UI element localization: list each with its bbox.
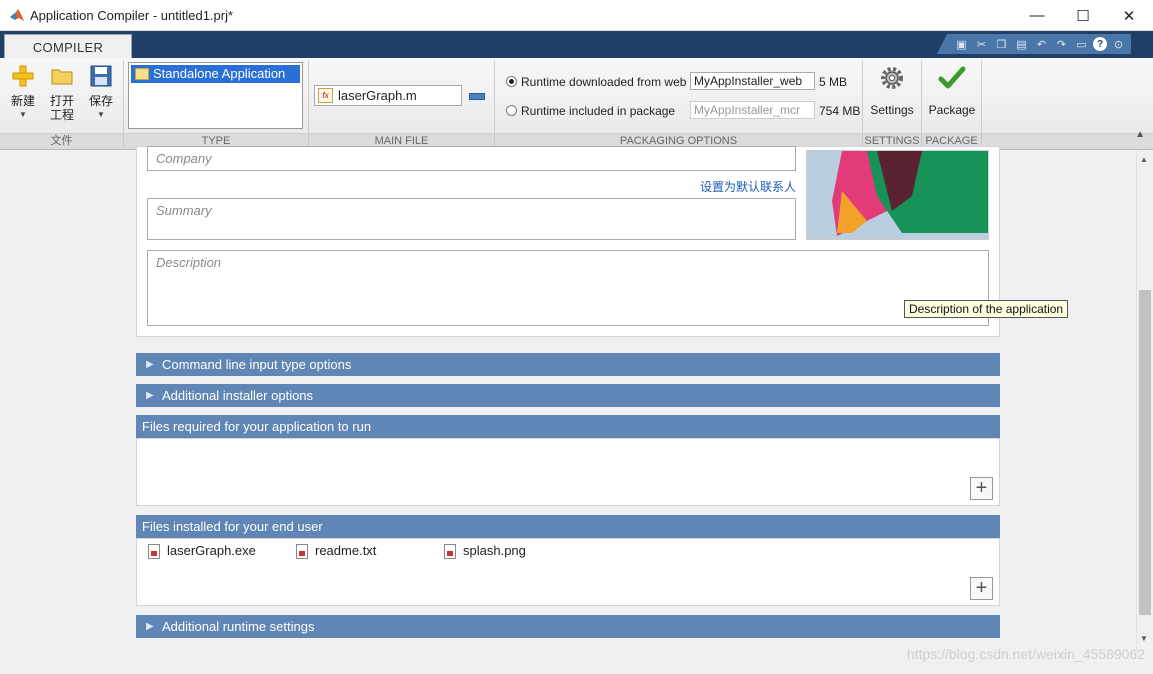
file-icon <box>296 544 308 559</box>
package-button[interactable]: Package <box>926 64 978 117</box>
matlab-logo-icon <box>10 9 24 21</box>
section-command-line-options[interactable]: ▶ Command line input type options <box>136 353 1000 376</box>
window-layout-icon[interactable]: ▭ <box>1073 36 1090 52</box>
section-files-installed: Files installed for your end user <box>136 515 1000 538</box>
plus-icon <box>12 65 34 87</box>
save-label: 保存 <box>88 94 113 108</box>
chevron-down-icon: ▼ <box>19 110 27 119</box>
runtime-web-label: Runtime downloaded from web <box>521 75 687 89</box>
scroll-down-icon[interactable]: ▼ <box>1140 634 1148 643</box>
summary-input[interactable]: Summary <box>147 198 796 240</box>
redo-icon[interactable]: ↷ <box>1053 36 1070 52</box>
installed-file-item[interactable]: laserGraph.exe <box>148 543 256 559</box>
watermark: https://blog.csdn.net/weixin_45589062 <box>906 646 1145 662</box>
tab-compiler[interactable]: COMPILER <box>4 34 132 59</box>
set-default-contact-link[interactable]: 设置为默认联系人 <box>700 178 796 195</box>
section-additional-installer-options[interactable]: ▶ Additional installer options <box>136 384 1000 407</box>
remove-main-file-button[interactable] <box>469 93 485 100</box>
runtime-web-radio[interactable] <box>506 76 517 87</box>
paste-icon[interactable]: ▤ <box>1013 36 1030 52</box>
ribbon-divider <box>308 60 309 133</box>
ribbon-divider <box>123 60 124 133</box>
help-icon[interactable]: ? <box>1093 37 1107 51</box>
app-type-list[interactable]: Standalone Application <box>128 62 303 129</box>
chevron-down-icon: ▼ <box>97 110 105 119</box>
section-additional-runtime-settings[interactable]: ▶ Additional runtime settings <box>136 615 1000 638</box>
checkmark-icon <box>938 66 966 89</box>
installed-file-item[interactable]: readme.txt <box>296 543 377 559</box>
runtime-package-label: Runtime included in package <box>521 104 676 118</box>
description-tooltip: Description of the application <box>904 300 1069 318</box>
installed-file-name: readme.txt <box>315 543 377 558</box>
quick-access-toolbar: ▣ ✂ ❐ ▤ ↶ ↷ ▭ ? ⊙ <box>937 34 1131 54</box>
expand-triangle-icon: ▶ <box>146 390 154 401</box>
scroll-up-icon[interactable]: ▲ <box>1140 155 1148 164</box>
main-file-name: laserGraph.m <box>338 88 417 103</box>
ribbon-divider <box>862 60 863 133</box>
file-icon <box>444 544 456 559</box>
open-label-line1: 打开 <box>49 94 74 108</box>
settings-label: Settings <box>870 103 914 117</box>
section-title: Additional runtime settings <box>162 619 315 634</box>
installed-file-name: splash.png <box>463 543 526 558</box>
scrollbar-thumb[interactable] <box>1139 290 1151 615</box>
installed-file-item[interactable]: splash.png <box>444 543 526 559</box>
ribbon-divider <box>494 60 495 133</box>
description-input[interactable]: Description <box>147 250 989 326</box>
expand-triangle-icon: ▶ <box>146 621 154 632</box>
splash-graphic <box>807 151 988 239</box>
runtime-package-radio[interactable] <box>506 105 517 116</box>
add-installed-file-button[interactable]: + <box>970 577 993 600</box>
save-icon[interactable]: ▣ <box>953 36 970 52</box>
new-button[interactable]: 新建 ▼ <box>6 64 40 122</box>
cut-icon[interactable]: ✂ <box>973 36 990 52</box>
section-files-required: Files required for your application to r… <box>136 415 1000 438</box>
package-label: Package <box>928 103 976 117</box>
save-button[interactable]: 保存 ▼ <box>84 64 118 122</box>
minimize-button[interactable]: — <box>1014 0 1060 31</box>
gear-icon <box>881 67 903 89</box>
undo-icon[interactable]: ↶ <box>1033 36 1050 52</box>
open-project-button[interactable]: 打开 工程 <box>45 64 79 122</box>
matlab-function-file-icon: fx <box>318 88 333 103</box>
installed-file-name: laserGraph.exe <box>167 543 256 558</box>
package-installer-name-input[interactable]: MyAppInstaller_mcr <box>690 101 815 119</box>
file-icon <box>148 544 160 559</box>
section-label-file: 文件 <box>0 134 124 150</box>
window-title: Application Compiler - untitled1.prj* <box>30 8 234 23</box>
files-required-list <box>136 438 1000 506</box>
section-title: Files required for your application to r… <box>142 419 372 434</box>
web-installer-size: 5 MB <box>819 75 848 89</box>
vertical-scrollbar[interactable]: ▲ ▼ <box>1136 150 1153 650</box>
copy-icon[interactable]: ❐ <box>993 36 1010 52</box>
package-installer-size: 754 MB <box>819 104 861 118</box>
add-required-file-button[interactable]: + <box>970 477 993 500</box>
open-label-line2: 工程 <box>49 108 74 122</box>
web-installer-name-input[interactable]: MyAppInstaller_web <box>690 72 815 90</box>
title-bar: Application Compiler - untitled1.prj* — … <box>0 0 1153 31</box>
files-installed-list <box>136 538 1000 606</box>
section-title: Additional installer options <box>162 388 314 403</box>
maximize-button[interactable]: ☐ <box>1060 0 1106 31</box>
folder-icon <box>51 69 73 85</box>
settings-button[interactable]: Settings <box>868 64 916 117</box>
company-input[interactable]: Company <box>147 146 796 171</box>
app-type-standalone[interactable]: Standalone Application <box>131 65 300 83</box>
dropdown-circle-icon[interactable]: ⊙ <box>1110 36 1127 52</box>
new-label: 新建 <box>10 94 35 108</box>
collapse-ribbon-icon[interactable]: ▲ <box>1135 129 1145 140</box>
section-title: Command line input type options <box>162 357 352 372</box>
ribbon-divider <box>981 60 982 133</box>
close-button[interactable]: ✕ <box>1106 0 1152 31</box>
section-title: Files installed for your end user <box>142 519 323 534</box>
expand-triangle-icon: ▶ <box>146 359 154 370</box>
ribbon-divider <box>921 60 922 133</box>
app-type-label: Standalone Application <box>153 66 286 81</box>
main-file-entry[interactable]: fx laserGraph.m <box>314 85 462 106</box>
application-icon <box>135 68 149 80</box>
splash-screen-image[interactable] <box>806 150 989 240</box>
floppy-disk-icon <box>90 65 112 87</box>
